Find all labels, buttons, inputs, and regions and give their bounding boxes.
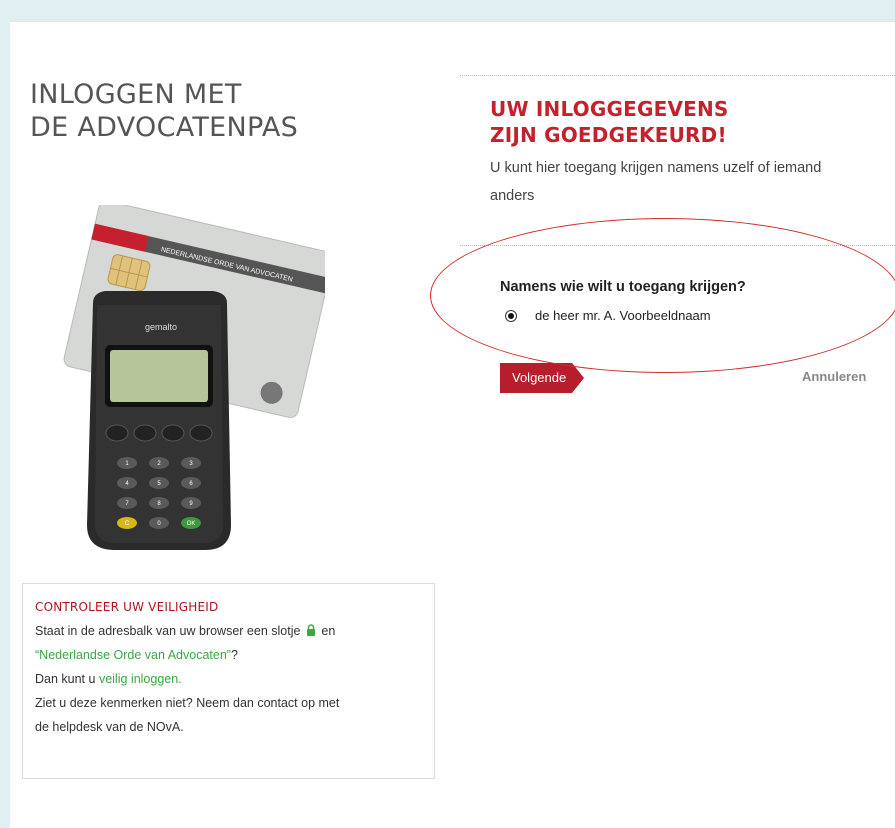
page-title: INLOGGEN MET DE ADVOCATENPAS [30,78,298,144]
keypad-key-label: C [125,521,130,527]
nova-name-text: “Nederlandse Orde van Advocaten” [35,648,231,662]
result-panel: UW INLOGGEGEVENS ZIJN GOEDGEKEURD! U kun… [460,75,895,393]
representative-option[interactable]: de heer mr. A. Voorbeeldnaam [505,308,711,323]
access-question: Namens wie wilt u toegang krijgen? [500,279,746,295]
security-title: CONTROLEER UW VEILIGHEID [35,600,219,614]
cancel-link[interactable]: Annuleren [802,369,866,384]
radio-button[interactable] [505,309,517,322]
security-line-2: “Nederlandse Orde van Advocaten”? [35,643,422,667]
option-label: de heer mr. A. Voorbeeldnaam [535,308,711,323]
security-line-2-end: ? [230,648,238,662]
next-arrow-icon [572,363,585,393]
security-line-1-end: en [321,624,336,638]
security-line-1-text: Staat in de adresbalk van uw browser een… [35,624,301,638]
security-line-3-text: Dan kunt u [35,672,96,686]
page-title-line2: DE ADVOCATENPAS [30,112,299,143]
success-title: UW INLOGGEGEVENS ZIJN GOEDGEKEURD! [490,96,895,148]
security-line-4: Ziet u deze kenmerken niet? Neem dan con… [35,696,340,710]
security-line-1: Staat in de adresbalk van uw browser een… [35,619,422,643]
safe-login-link[interactable]: veilig inloggen. [99,672,182,686]
page-panel: INLOGGEN MET DE ADVOCATENPAS NEDERLANDSE… [10,0,895,828]
keypad-key-label: OK [187,521,196,527]
top-bar [10,0,895,22]
security-check-box: CONTROLEER UW VEILIGHEID Staat in de adr… [22,583,435,779]
divider-top [460,75,895,76]
radio-selected-dot [508,312,514,319]
card-reader-illustration: NEDERLANDSE ORDE VAN ADVOCATEN gemalto 1… [63,205,325,550]
reader-brand: gemalto [145,322,177,332]
divider-middle [460,245,895,246]
next-button[interactable]: Volgende [500,363,585,393]
page-title-line1: INLOGGEN MET [30,79,242,110]
success-subtitle: U kunt hier toegang krijgen namens uzelf… [490,160,822,204]
padlock-icon [306,624,315,636]
security-line-3: Dan kunt u veilig inloggen. [35,667,422,691]
gemalto-reader: gemalto 1 2 34 5 67 8 9C 0 OK [87,291,231,550]
success-title-line1: UW INLOGGEGEVENS [490,97,729,121]
success-title-line2: ZIJN GOEDGEKEURD! [490,123,727,147]
next-button-label: Volgende [500,363,573,393]
security-line-5: de helpdesk van de NOvA. [35,720,184,734]
